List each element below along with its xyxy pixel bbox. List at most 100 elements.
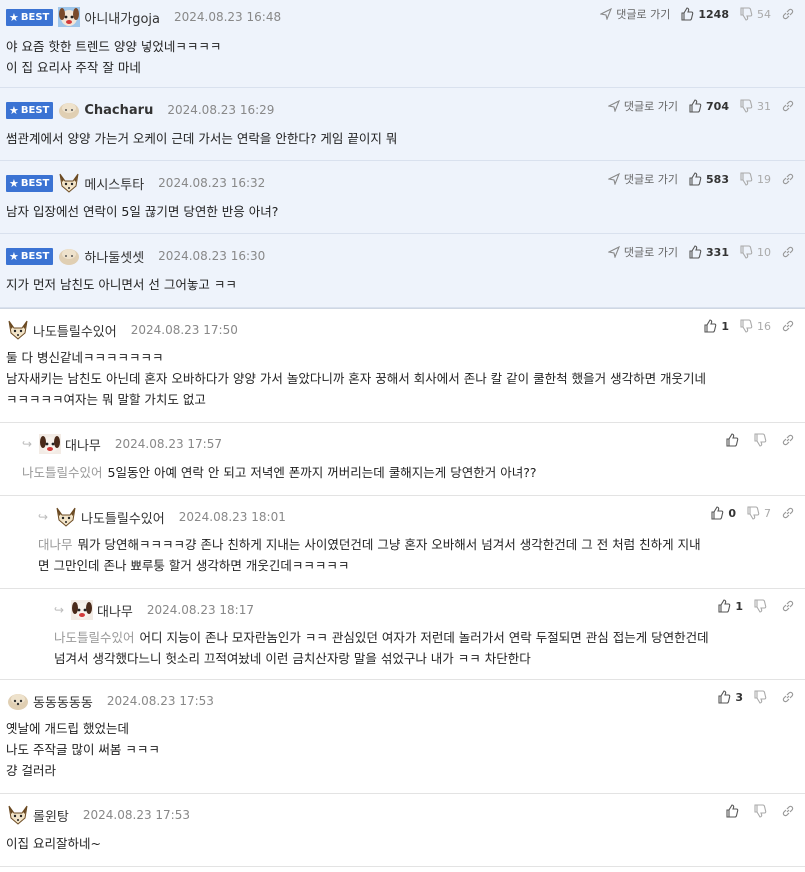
nickname[interactable]: 아니내가goja xyxy=(84,8,160,27)
comment-actions: 1 xyxy=(707,599,799,613)
comment: 동동동동동 2024.08.23 17:53 3 옛날에 개드립 했었는데 나도… xyxy=(0,680,805,794)
timestamp: 2024.08.23 16:30 xyxy=(158,249,266,263)
beige-dog-avatar[interactable] xyxy=(57,99,81,121)
mention-link[interactable]: 나도틀릴수있어 xyxy=(22,465,103,480)
nickname[interactable]: 나도틀릴수있어 xyxy=(33,321,117,340)
timestamp: 2024.08.23 17:53 xyxy=(106,694,214,708)
thumbs-down-icon xyxy=(740,7,753,21)
downvote-button[interactable] xyxy=(753,433,771,447)
best-badge: ★ BEST xyxy=(6,101,54,119)
link-icon xyxy=(782,320,794,332)
timestamp: 2024.08.23 16:29 xyxy=(167,103,275,117)
goto-comment-link[interactable]: 댓글로 가기 xyxy=(607,98,678,114)
link-button[interactable] xyxy=(781,7,799,21)
downvote-button[interactable]: 54 xyxy=(739,7,771,21)
timestamp: 2024.08.23 17:53 xyxy=(82,808,190,822)
timestamp: 2024.08.23 18:01 xyxy=(178,510,286,524)
upvote-button[interactable]: 1 xyxy=(717,599,743,613)
link-button[interactable] xyxy=(781,804,799,818)
nickname[interactable]: 대나무 xyxy=(65,435,101,454)
link-button[interactable] xyxy=(781,172,799,186)
upvote-button[interactable]: 1248 xyxy=(680,7,729,21)
dog-red-avatar[interactable] xyxy=(70,599,94,621)
star-icon: ★ xyxy=(9,103,19,117)
upvote-button[interactable] xyxy=(725,804,743,818)
downvote-button[interactable]: 31 xyxy=(739,99,771,113)
timestamp: 2024.08.23 16:32 xyxy=(158,176,266,190)
upvote-button[interactable]: 3 xyxy=(717,690,743,704)
link-button[interactable] xyxy=(781,506,799,520)
link-button[interactable] xyxy=(781,99,799,113)
reply-arrow-icon: ↪ xyxy=(54,603,65,617)
fox-avatar[interactable] xyxy=(54,506,78,528)
nickname[interactable]: 나도틀릴수있어 xyxy=(81,508,165,527)
best-comment: ★ BEST 하나둘셋셋 2024.08.23 16:30 댓글로 가기 331 … xyxy=(0,234,805,308)
dog-red-avatar[interactable] xyxy=(57,6,81,28)
link-icon xyxy=(782,8,794,20)
fox-avatar[interactable] xyxy=(57,172,81,194)
downvote-button[interactable]: 19 xyxy=(739,172,771,186)
downvote-button[interactable] xyxy=(753,599,771,613)
link-icon xyxy=(782,691,794,703)
fox-avatar[interactable] xyxy=(6,319,30,341)
nickname[interactable]: 대나무 xyxy=(97,601,133,620)
link-button[interactable] xyxy=(781,433,799,447)
upvote-button[interactable]: 1 xyxy=(703,319,729,333)
downvote-button[interactable] xyxy=(753,804,771,818)
thumbs-up-icon xyxy=(718,690,731,704)
upvote-button[interactable]: 583 xyxy=(688,172,729,186)
thumbs-up-icon xyxy=(681,7,694,21)
nickname[interactable]: 동동동동동 xyxy=(33,692,93,711)
mention-link[interactable]: 나도틀릴수있어 xyxy=(54,630,135,645)
upvote-button[interactable]: 0 xyxy=(710,506,736,520)
thumbs-up-icon xyxy=(726,804,739,818)
comment-actions xyxy=(715,433,799,447)
thumbs-down-icon xyxy=(754,433,767,447)
comment-text: 옛날에 개드립 했었는데 나도 주작글 많이 써봄 ㅋㅋㅋ 걍 걸러라 xyxy=(6,721,160,778)
best-badge: ★ BEST xyxy=(6,8,54,26)
nickname[interactable]: 하나둘셋셋 xyxy=(84,247,144,266)
downvote-button[interactable]: 16 xyxy=(739,319,771,333)
dog-red-avatar[interactable] xyxy=(38,433,62,455)
goto-comment-link[interactable]: 댓글로 가기 xyxy=(607,171,678,187)
link-button[interactable] xyxy=(781,599,799,613)
thumbs-down-icon xyxy=(740,172,753,186)
link-button[interactable] xyxy=(781,319,799,333)
goto-comment-link[interactable]: 댓글로 가기 xyxy=(607,244,678,260)
link-icon xyxy=(782,600,794,612)
comment-actions: 0 7 xyxy=(700,506,799,520)
thumbs-up-icon xyxy=(689,99,702,113)
comment-text: 이집 요리잘하네~ xyxy=(6,836,101,851)
nickname[interactable]: 메시스투타 xyxy=(84,174,144,193)
timestamp: 2024.08.23 17:57 xyxy=(114,437,222,451)
send-icon xyxy=(607,100,620,112)
mention-link[interactable]: 대나무 xyxy=(38,537,73,552)
upvote-button[interactable]: 704 xyxy=(688,99,729,113)
thumbs-down-icon xyxy=(754,690,767,704)
upvote-button[interactable] xyxy=(725,433,743,447)
thumbs-down-icon xyxy=(740,245,753,259)
comment-text: 나도틀릴수있어 어디 지능이 존나 모자란놈인가 ㅋㅋ 관심있던 여자가 저런데 … xyxy=(54,630,709,666)
star-icon: ★ xyxy=(9,249,19,263)
reply-comment: ↪ 대나무 2024.08.23 17:57 나도틀릴수있어 5일동안 아예 연락… xyxy=(0,423,805,496)
nickname[interactable]: 롤윈탕 xyxy=(33,806,69,825)
goto-comment-link[interactable]: 댓글로 가기 xyxy=(600,6,670,22)
thumbs-down-icon xyxy=(754,599,767,613)
nickname[interactable]: Chacharu xyxy=(84,103,153,118)
downvote-button[interactable]: 10 xyxy=(739,245,771,259)
link-icon xyxy=(782,246,794,258)
link-button[interactable] xyxy=(781,245,799,259)
comment: 나도틀릴수있어 2024.08.23 17:50 1 16 둘 다 병신같네ㅋㅋ… xyxy=(0,308,805,423)
upvote-button[interactable]: 331 xyxy=(688,245,729,259)
beige-dog-avatar[interactable] xyxy=(6,690,30,712)
link-icon xyxy=(782,507,794,519)
fox-avatar[interactable] xyxy=(6,804,30,826)
downvote-button[interactable] xyxy=(753,690,771,704)
send-icon xyxy=(607,173,620,185)
link-button[interactable] xyxy=(781,690,799,704)
downvote-button[interactable]: 7 xyxy=(746,506,771,520)
thumbs-up-icon xyxy=(704,319,717,333)
thumbs-up-icon xyxy=(726,433,739,447)
beige-dog-avatar[interactable] xyxy=(57,245,81,267)
comment-text: 야 요즘 핫한 트렌드 양양 넣었네ㅋㅋㅋㅋ 이 집 요리사 주작 잘 마네 xyxy=(6,39,222,75)
